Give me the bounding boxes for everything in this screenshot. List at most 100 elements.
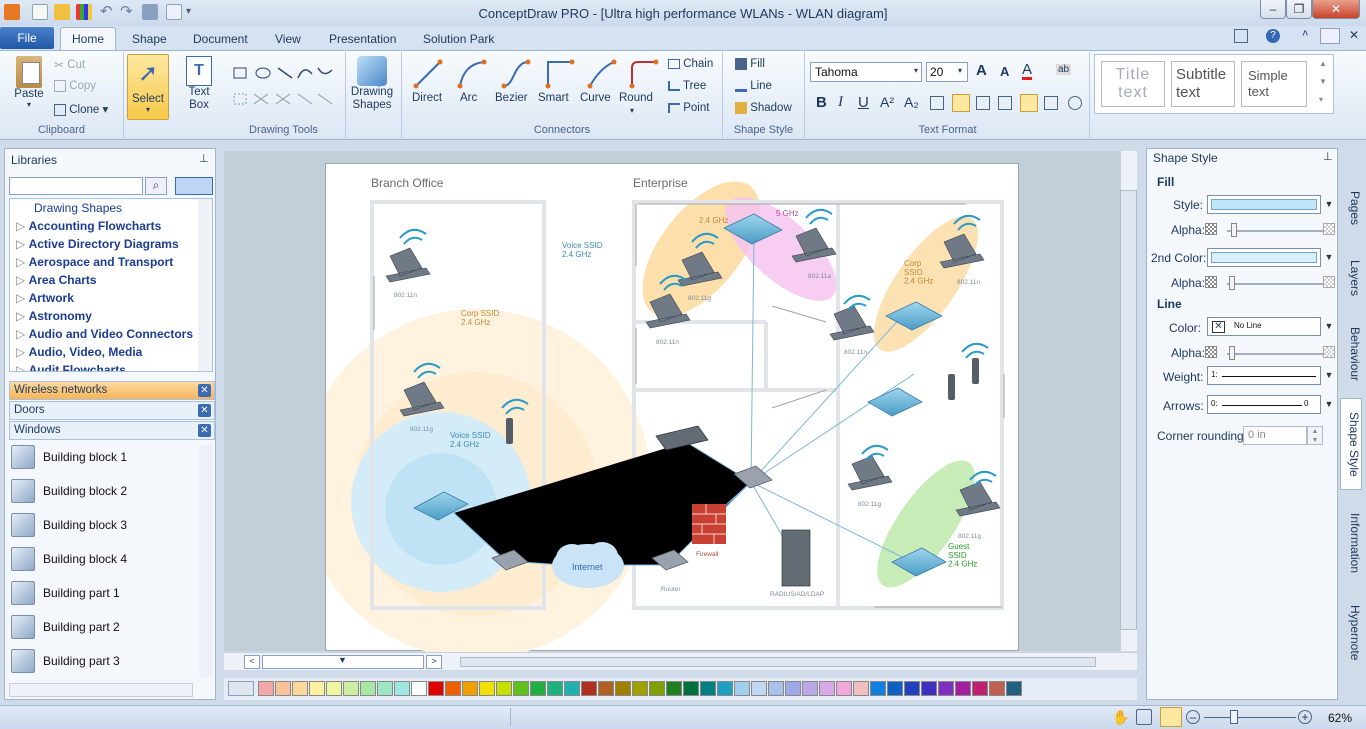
point-button[interactable]: Point xyxy=(668,102,709,114)
color-swatch[interactable] xyxy=(275,681,291,696)
slider-thumb[interactable] xyxy=(1229,276,1235,290)
line-alpha-slider[interactable] xyxy=(1227,353,1327,355)
palette-options-icon[interactable] xyxy=(228,681,254,696)
color-swatch[interactable] xyxy=(309,681,325,696)
corner-rounding-stepper[interactable]: ▲ ▼ xyxy=(1307,426,1323,445)
color-swatch[interactable] xyxy=(462,681,478,696)
side-tab-behaviour[interactable]: Behaviour xyxy=(1340,316,1362,392)
tree-item[interactable]: ▷ Astronomy xyxy=(16,309,92,323)
text-box-button[interactable]: T Text Box xyxy=(180,56,218,112)
color-swatch[interactable] xyxy=(1006,681,1022,696)
color-swatch[interactable] xyxy=(513,681,529,696)
color-swatch[interactable] xyxy=(734,681,750,696)
library-view-toggle[interactable] xyxy=(175,177,213,195)
color-swatch[interactable] xyxy=(904,681,920,696)
page-dropdown-icon[interactable]: ▼ xyxy=(338,655,347,665)
align-left-icon[interactable] xyxy=(930,96,944,110)
library-shape[interactable]: Building part 3 xyxy=(11,646,197,676)
bezier-button[interactable]: Bezier xyxy=(495,92,528,104)
color-swatch[interactable] xyxy=(411,681,427,696)
italic-icon[interactable]: I xyxy=(838,94,843,111)
library-shape[interactable]: Building block 1 xyxy=(11,442,197,472)
library-shape[interactable]: Building block 3 xyxy=(11,510,197,540)
fill-button[interactable]: Fill xyxy=(735,58,765,70)
side-tab-information[interactable]: Information xyxy=(1340,500,1362,586)
close-library-icon[interactable]: ✕ xyxy=(198,404,211,417)
hscroll-thumb[interactable] xyxy=(460,657,1096,667)
cut-button[interactable]: ✂ Cut xyxy=(54,58,85,72)
drawing-tools-grid[interactable] xyxy=(232,64,336,114)
slider-thumb[interactable] xyxy=(1231,223,1237,237)
tree-item[interactable]: ▷ Audio and Video Connectors xyxy=(16,327,193,341)
second-alpha-slider[interactable] xyxy=(1227,283,1327,285)
line-weight-dropdown-icon[interactable]: ▼ xyxy=(1321,366,1337,385)
fill-style-select[interactable] xyxy=(1207,195,1321,214)
color-swatch[interactable] xyxy=(972,681,988,696)
tree-item[interactable]: ▷ Aerospace and Transport xyxy=(16,255,173,269)
color-swatch[interactable] xyxy=(292,681,308,696)
curve-button[interactable]: Curve xyxy=(580,92,611,104)
zoom-area-icon[interactable] xyxy=(1136,709,1152,725)
color-swatch[interactable] xyxy=(564,681,580,696)
hand-icon[interactable]: ✋ xyxy=(1112,709,1129,726)
pin-icon[interactable]: ⊥ xyxy=(1323,150,1333,163)
color-swatch[interactable] xyxy=(870,681,886,696)
title-text-style[interactable]: Title text xyxy=(1101,61,1165,107)
minimize-button[interactable]: – xyxy=(1260,0,1286,19)
help-icon[interactable]: ? xyxy=(1266,29,1280,43)
justify-icon[interactable] xyxy=(998,96,1012,110)
color-swatch[interactable] xyxy=(445,681,461,696)
tree-item[interactable]: ▷ Audit Flowcharts xyxy=(16,363,126,371)
paste-button[interactable]: Paste ▾ xyxy=(8,56,50,109)
color-swatch[interactable] xyxy=(615,681,631,696)
pin-icon[interactable]: ⊥ xyxy=(199,152,209,165)
canvas-hscrollbar[interactable]: < ▼ > xyxy=(224,652,1137,670)
zoom-in-icon[interactable]: + xyxy=(1298,710,1312,724)
font-color-icon[interactable]: A xyxy=(1022,62,1033,80)
gallery-up-icon[interactable]: ▲ xyxy=(1319,59,1327,68)
tab-solution-park[interactable]: Solution Park xyxy=(423,30,494,48)
subtitle-text-style[interactable]: Subtitle text xyxy=(1171,61,1235,107)
select-button[interactable]: ➚ Select ▾ xyxy=(127,54,169,120)
panel-hscrollbar[interactable] xyxy=(9,683,193,697)
font-dropdown-icon[interactable]: ▾ xyxy=(914,66,918,75)
arrows-dropdown-icon[interactable]: ▼ xyxy=(1321,395,1337,414)
subscript-icon[interactable]: A₂ xyxy=(904,94,919,110)
color-swatch[interactable] xyxy=(479,681,495,696)
color-swatch[interactable] xyxy=(853,681,869,696)
color-swatch[interactable] xyxy=(717,681,733,696)
close-library-icon[interactable]: ✕ xyxy=(198,384,211,397)
tab-view[interactable]: View xyxy=(275,30,301,48)
tree-scrollbar[interactable] xyxy=(198,199,212,371)
color-swatch[interactable] xyxy=(598,681,614,696)
library-search-input[interactable] xyxy=(9,177,143,195)
open-library-tab[interactable]: Windows ✕ xyxy=(9,421,215,440)
underline-icon[interactable]: U xyxy=(858,94,869,111)
library-shape[interactable]: Building part 2 xyxy=(11,612,197,642)
line-weight-select[interactable]: 1: xyxy=(1207,366,1321,385)
line-button[interactable]: Line xyxy=(735,80,772,92)
color-swatch[interactable] xyxy=(683,681,699,696)
chain-button[interactable]: Chain xyxy=(668,58,713,70)
tree-button[interactable]: Tree xyxy=(668,80,706,92)
page-prev-icon[interactable]: < xyxy=(244,655,260,669)
tab-presentation[interactable]: Presentation xyxy=(329,30,396,48)
color-swatch[interactable] xyxy=(785,681,801,696)
align-center-icon[interactable] xyxy=(952,94,970,112)
ribbon-option-icon[interactable] xyxy=(1320,28,1340,44)
close-library-icon[interactable]: ✕ xyxy=(198,424,211,437)
color-swatch[interactable] xyxy=(700,681,716,696)
tree-item[interactable]: ▷ Artwork xyxy=(16,291,74,305)
clone-button[interactable]: Clone ▾ xyxy=(54,102,108,116)
library-shape[interactable]: Building block 4 xyxy=(11,544,197,574)
fill-alpha-slider[interactable] xyxy=(1227,230,1327,232)
color-swatch[interactable] xyxy=(632,681,648,696)
fit-page-icon[interactable] xyxy=(1160,707,1182,727)
drawing-page[interactable]: Branch Office Enterprise Voice SSID 2.4 G… xyxy=(301,163,1019,659)
tree-item[interactable]: ▷ Accounting Flowcharts xyxy=(16,219,161,233)
simple-text-style[interactable]: Simple text xyxy=(1241,61,1307,107)
color-swatch[interactable] xyxy=(649,681,665,696)
round-dropdown-icon[interactable]: ▾ xyxy=(630,106,634,115)
second-color-dropdown-icon[interactable]: ▼ xyxy=(1321,248,1337,267)
tab-document[interactable]: Document xyxy=(193,30,248,48)
